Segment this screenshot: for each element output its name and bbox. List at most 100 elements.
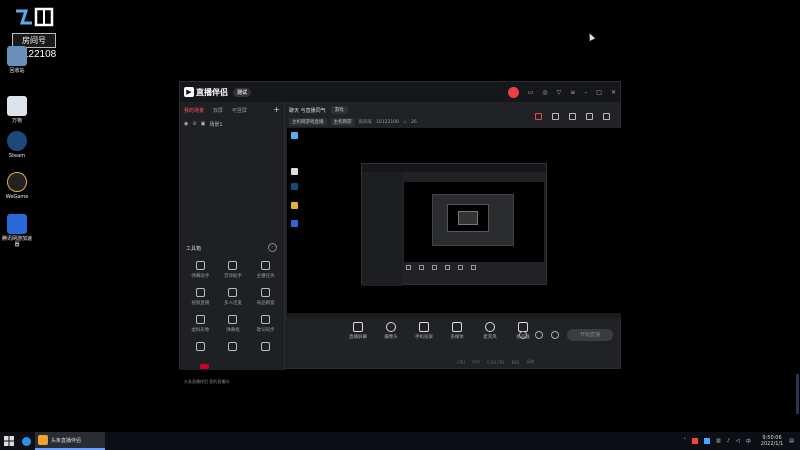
tray-expand-icon[interactable]: ˄: [683, 438, 686, 444]
tool-item[interactable]: 弹幕框: [217, 315, 250, 333]
desktop-icon-wegame[interactable]: WeGame: [2, 172, 32, 200]
taskbar: 头条直播伴侣 ˄ ▥ ♪ ◁ 中 9:50:06 2022/1/1 ▤: [0, 432, 800, 450]
nested-title-bar: [362, 164, 546, 172]
microphone-tray-icon[interactable]: ♪: [727, 438, 730, 444]
tool-icon: [228, 342, 238, 351]
notice-text: 头条直播伴侣 您的直播间: [184, 379, 230, 384]
app-logo: ▶ 直播伴侣 测试: [184, 87, 252, 98]
room-category[interactable]: 主机网游戏直播: [289, 118, 327, 126]
maximize-icon[interactable]: □: [596, 89, 602, 96]
steam-icon: [7, 131, 27, 151]
toolbox-more-icon[interactable]: ···: [268, 243, 277, 252]
tool-icon: [228, 288, 238, 297]
settings-icon[interactable]: ◎: [542, 89, 547, 96]
tool-item[interactable]: 歌词同步: [249, 315, 282, 333]
room-number: 10122108: [376, 119, 399, 125]
nested-preview-3: [447, 204, 489, 232]
media-button[interactable]: 多媒体: [446, 322, 468, 340]
edge-icon: [22, 436, 31, 446]
wegame-icon: [7, 172, 27, 192]
tool-item[interactable]: [217, 342, 250, 354]
tool-item[interactable]: [184, 342, 217, 354]
tab-vertical[interactable]: 可竖屏: [232, 107, 247, 114]
tray-app-icon[interactable]: [691, 438, 698, 444]
phone-icon: [419, 322, 429, 332]
tool-item[interactable]: [249, 342, 282, 354]
preview-desktop-icon: [289, 132, 299, 139]
preview-desktop-icon: [289, 220, 299, 227]
clip-icon[interactable]: [569, 113, 576, 120]
taskbar-live-companion[interactable]: 头条直播伴侣: [35, 432, 105, 450]
add-scene-button[interactable]: +: [273, 106, 280, 114]
camera-button[interactable]: 摄像头: [380, 322, 402, 340]
room-category-secondary[interactable]: 主机网游: [330, 118, 355, 126]
ime-icon[interactable]: 中: [746, 438, 751, 445]
gear-icon[interactable]: [551, 331, 559, 339]
tool-item[interactable]: 多人连麦: [217, 288, 250, 306]
skin-icon[interactable]: ▽: [557, 89, 562, 96]
beta-badge[interactable]: 测试: [233, 87, 252, 97]
preview-scroll-strip[interactable]: [287, 313, 621, 318]
notification-icon[interactable]: ▤: [789, 438, 794, 444]
tool-icon: [195, 342, 205, 351]
tool-icon: [228, 315, 238, 324]
desktop-icon-accelerator[interactable]: 腾讯网游加速器: [2, 214, 32, 248]
avatar[interactable]: [507, 86, 519, 98]
desktop-icon-recycle-bin[interactable]: 回收站: [2, 46, 32, 74]
tool-item[interactable]: 视频直播: [184, 288, 217, 306]
start-live-button[interactable]: 开始直播: [567, 329, 613, 341]
tool-icon: [261, 261, 271, 270]
desktop-icon-wanwu[interactable]: 万物: [2, 96, 32, 124]
desktop-icon-steam[interactable]: Steam: [2, 131, 32, 159]
screen-capture-button[interactable]: 直播屏幕: [347, 322, 369, 340]
clock[interactable]: 9:50:06 2022/1/1: [761, 435, 783, 447]
room-tag[interactable]: 游戏: [330, 106, 348, 114]
scene-item[interactable]: ◉ ⊙ ▣ 场景1: [180, 119, 284, 130]
share-icon[interactable]: [603, 113, 610, 120]
tool-item[interactable]: 商品橱窗: [249, 288, 282, 306]
tool-item[interactable]: 音效助手: [217, 261, 250, 279]
volume-icon[interactable]: ◁: [736, 438, 740, 444]
nested-preview-2: [432, 194, 514, 246]
control-bar: 直播屏幕 摄像头 手机投屏 多媒体 麦克风 扬声器 开始直播: [287, 322, 621, 352]
title-bar: ▶ 直播伴侣 测试 ▭ ◎ ▽ ≡ – □ ✕: [180, 82, 620, 102]
live-preview[interactable]: [287, 128, 621, 313]
tab-dual-screen[interactable]: 双屏: [213, 107, 223, 114]
close-icon[interactable]: ✕: [611, 89, 616, 96]
menu-icon[interactable]: ≡: [570, 89, 575, 96]
layout-icon[interactable]: [552, 113, 559, 120]
room-title[interactable]: 聊天 与直播同气: [289, 107, 326, 114]
scene-icon: ▣: [200, 121, 206, 127]
recursive-preview-window: [361, 163, 547, 286]
side-panel-edge[interactable]: [796, 374, 799, 414]
scene-panel: 我的场景 双屏 可竖屏 + ◉ ⊙ ▣ 场景1 工具箱 ··· 弹幕助手 音效助…: [180, 102, 285, 384]
live-companion-icon: [38, 435, 48, 445]
network-icon[interactable]: ▥: [716, 438, 721, 444]
windows-start-button[interactable]: [0, 432, 18, 450]
monitor-icon: [353, 322, 363, 332]
lock-icon[interactable]: ⊙: [192, 121, 196, 128]
tool-item[interactable]: 虚拟形象: [184, 315, 217, 333]
effects-icon[interactable]: [535, 331, 543, 339]
accelerator-icon: [7, 214, 27, 234]
bell-icon[interactable]: [586, 113, 593, 120]
phone-cast-button[interactable]: 手机投屏: [413, 322, 435, 340]
tab-my-scenes[interactable]: 我的场景: [184, 107, 204, 114]
preview-desktop-icon: [289, 168, 299, 175]
nested-preview-4: [458, 211, 478, 225]
eye-icon[interactable]: ◉: [184, 121, 188, 128]
nested-side-panel: [362, 172, 402, 286]
minimize-icon[interactable]: –: [584, 89, 587, 96]
shield-icon[interactable]: [703, 438, 710, 444]
preview-desktop-icon: [289, 183, 299, 190]
microphone-button[interactable]: 麦克风: [479, 322, 501, 340]
record-icon[interactable]: [519, 331, 527, 339]
tool-item[interactable]: 主播任务: [249, 261, 282, 279]
recycle-bin-icon: [7, 46, 27, 66]
gift-icon[interactable]: [535, 113, 542, 120]
taskbar-edge[interactable]: [18, 432, 35, 450]
tool-icon: [261, 288, 271, 297]
tool-icon: [195, 288, 205, 297]
message-icon[interactable]: ▭: [528, 89, 534, 96]
tool-item[interactable]: 弹幕助手: [184, 261, 217, 279]
